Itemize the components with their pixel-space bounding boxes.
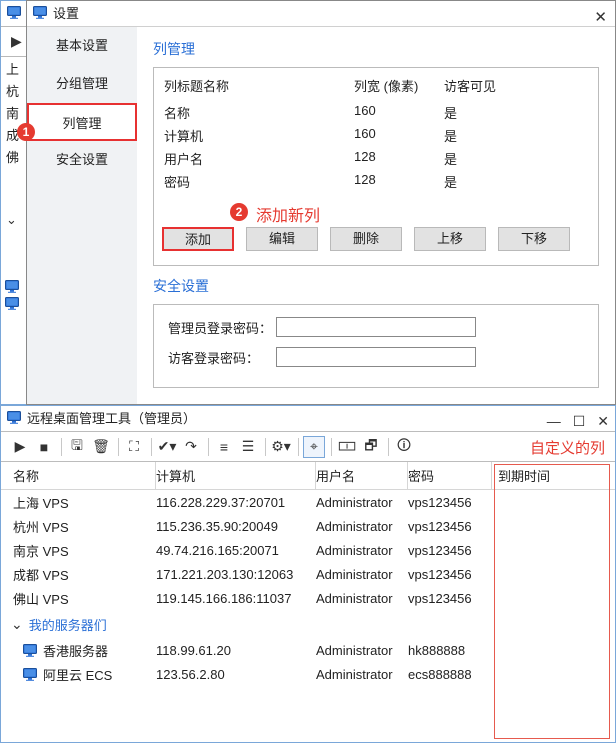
table-row[interactable]: 香港服务器 118.99.61.20 Administrator hk88888… xyxy=(1,638,615,662)
guest-password-input[interactable] xyxy=(276,347,476,367)
bg-item: 上 xyxy=(2,59,28,81)
add-button[interactable]: 添加 xyxy=(162,227,234,251)
table-row[interactable]: 计算机 160 是 xyxy=(154,124,598,147)
monitor-icon xyxy=(5,280,19,293)
table-row[interactable]: 杭州 VPS 115.236.35.90:20049 Administrator… xyxy=(1,514,615,538)
app-icon xyxy=(7,6,21,19)
nav-basic[interactable]: 基本设置 xyxy=(27,27,137,65)
table-row[interactable]: 成都 VPS 171.221.203.130:12063 Administrat… xyxy=(1,562,615,586)
table-row[interactable]: 南京 VPS 49.74.216.165:20071 Administrator… xyxy=(1,538,615,562)
table-row[interactable]: 阿里云 ECS 123.56.2.80 Administrator ecs888… xyxy=(1,662,615,686)
monitor-icon xyxy=(23,644,37,657)
guest-password-label: 访客登录密码： xyxy=(168,348,276,367)
monitor-icon xyxy=(5,297,19,310)
nav-group[interactable]: 分组管理 xyxy=(27,65,137,103)
table-row[interactable]: 密码 128 是 xyxy=(154,170,598,199)
columns-icon[interactable]: ☰ xyxy=(237,436,259,458)
move-down-button[interactable]: 下移 xyxy=(498,227,570,251)
move-up-button[interactable]: 上移 xyxy=(414,227,486,251)
col-header-width: 列宽 (像素) xyxy=(354,76,444,95)
exit-icon[interactable]: ↷ xyxy=(180,436,202,458)
annotation-text-2: 添加新列 xyxy=(256,202,320,226)
window-title: 远程桌面管理工具（管理员） xyxy=(27,411,196,426)
list-icon[interactable]: ≡ xyxy=(213,436,235,458)
close-icon[interactable]: ✕ xyxy=(594,5,607,31)
dialog-titlebar[interactable]: 设置 ✕ xyxy=(27,1,615,27)
header-password: 密码 xyxy=(408,462,492,489)
columns-table: 列标题名称 列宽 (像素) 访客可见 名称 160 是 计算机 160 是 xyxy=(153,67,599,266)
delete-icon[interactable]: 🗑 xyxy=(90,436,112,458)
annotation-custom-column: 自定义的列 xyxy=(530,437,605,458)
table-header: 名称 计算机 用户名 密码 到期时间 xyxy=(1,462,615,490)
annotation-badge-2: 2 xyxy=(230,203,248,221)
edit-button[interactable]: 编辑 xyxy=(246,227,318,251)
window-titlebar[interactable]: 远程桌面管理工具（管理员） — ☐ ✕ xyxy=(1,406,615,432)
grid-icon[interactable]: 🀱 xyxy=(336,436,358,458)
header-user: 用户名 xyxy=(316,462,408,489)
bg-item: 杭 xyxy=(2,81,28,103)
main-window: 远程桌面管理工具（管理员） — ☐ ✕ ▶ ■ 🖫 🗑 ⛶ ✔▾ ↷ ≡ ☰ ⚙… xyxy=(0,405,616,743)
app-icon xyxy=(33,6,47,19)
delete-button[interactable]: 删除 xyxy=(330,227,402,251)
section-title-columns: 列管理 xyxy=(153,39,599,59)
section-title-security: 安全设置 xyxy=(153,276,599,296)
col-header-visible: 访客可见 xyxy=(444,76,524,95)
chevron-down-icon[interactable]: ⌄ xyxy=(2,209,28,231)
settings-dialog: 设置 ✕ 基本设置 分组管理 1 列管理 安全设置 列管理 列标题名称 列宽 (… xyxy=(26,0,616,405)
nav-columns[interactable]: 1 列管理 xyxy=(27,103,137,141)
group-name: 我的服务器们 xyxy=(29,615,107,634)
annotation-badge-1: 1 xyxy=(17,123,35,141)
info-icon[interactable]: 🛈 xyxy=(393,436,415,458)
table-row[interactable]: 上海 VPS 116.228.229.37:20701 Administrato… xyxy=(1,490,615,514)
table-row[interactable]: 名称 160 是 xyxy=(154,101,598,124)
header-name: 名称 xyxy=(1,462,156,489)
security-box: 管理员登录密码： 访客登录密码： xyxy=(153,304,599,388)
select-all-icon[interactable]: ⛶ xyxy=(123,436,145,458)
play-icon[interactable]: ▶ xyxy=(11,33,22,50)
check-dropdown-icon[interactable]: ✔▾ xyxy=(156,436,178,458)
col-header-name: 列标题名称 xyxy=(164,76,354,95)
close-icon[interactable]: ✕ xyxy=(597,408,609,434)
monitor-icon xyxy=(23,668,37,681)
maximize-icon[interactable]: ☐ xyxy=(573,408,586,434)
dialog-title: 设置 xyxy=(53,6,79,21)
admin-password-label: 管理员登录密码： xyxy=(168,318,276,337)
target-icon[interactable]: ⌖ xyxy=(303,436,325,458)
stop-icon[interactable]: ■ xyxy=(33,436,55,458)
toolbar: ▶ ■ 🖫 🗑 ⛶ ✔▾ ↷ ≡ ☰ ⚙▾ ⌖ 🀱 🗗 🛈 自定义的列 xyxy=(1,432,615,462)
minimize-icon[interactable]: — xyxy=(547,408,561,434)
save-icon[interactable]: 🖫 xyxy=(66,436,88,458)
settings-nav: 基本设置 分组管理 1 列管理 安全设置 xyxy=(27,27,137,404)
nav-columns-label: 列管理 xyxy=(62,116,101,131)
table-row[interactable]: 用户名 128 是 xyxy=(154,147,598,170)
admin-password-input[interactable] xyxy=(276,317,476,337)
cascade-icon[interactable]: 🗗 xyxy=(360,436,382,458)
header-computer: 计算机 xyxy=(156,462,316,489)
chevron-down-icon: ⌄ xyxy=(11,616,23,633)
group-row[interactable]: ⌄ 我的服务器们 xyxy=(1,610,615,638)
nav-security[interactable]: 安全设置 xyxy=(27,141,137,179)
table-row[interactable]: 佛山 VPS 119.145.166.186:11037 Administrat… xyxy=(1,586,615,610)
gear-dropdown-icon[interactable]: ⚙▾ xyxy=(270,436,292,458)
app-icon xyxy=(7,411,21,424)
play-icon[interactable]: ▶ xyxy=(9,436,31,458)
header-expiry: 到期时间 xyxy=(492,466,592,485)
